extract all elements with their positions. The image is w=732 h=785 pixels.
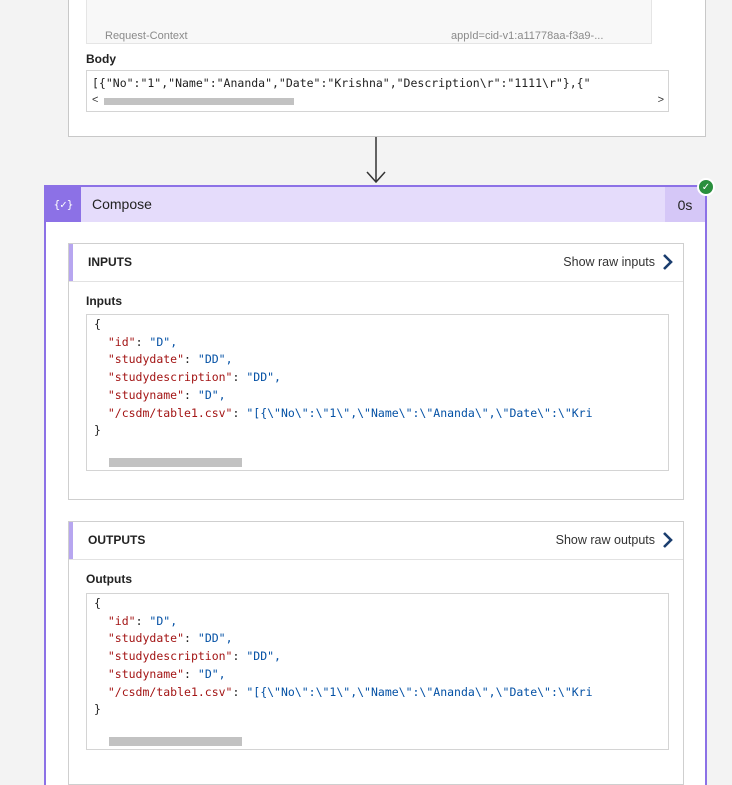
inputs-section-title: INPUTS: [88, 255, 133, 269]
success-check-icon: ✓: [697, 178, 715, 196]
headers-table: Request-Context appId=cid-v1:a11778aa-f3…: [86, 0, 652, 44]
json-key: "studydate": [107, 631, 185, 646]
json-open-brace: {: [94, 596, 101, 610]
json-key: "studydescription": [107, 649, 233, 664]
json-value: "D",: [197, 387, 226, 402]
inputs-code-box: { "id": "D", "studydate": "DD", "studyde…: [86, 314, 669, 471]
chevron-right-icon[interactable]: [660, 528, 676, 552]
json-key: "studyname": [107, 666, 185, 681]
show-raw-inputs-link[interactable]: Show raw inputs: [563, 255, 655, 269]
inputs-scrollbar-thumb[interactable]: [109, 458, 242, 467]
compose-action-icon: {✓}: [46, 187, 81, 222]
outputs-section-header: OUTPUTS Show raw outputs: [69, 522, 683, 560]
outputs-label: Outputs: [86, 572, 132, 586]
inputs-label: Inputs: [86, 294, 122, 308]
header-key: Request-Context: [105, 30, 188, 42]
inputs-json: { "id": "D", "studydate": "DD", "studyde…: [94, 317, 593, 438]
json-key: "studydate": [107, 352, 185, 367]
json-value: "D",: [197, 666, 226, 681]
header-value: appId=cid-v1:a11778aa-f3a9-...: [451, 30, 604, 42]
section-accent-bar: [69, 522, 73, 559]
inputs-section: INPUTS Show raw inputs Inputs { "id": "D…: [68, 243, 684, 500]
json-value: "[{\"No\":\"1\",\"Name\":\"Ananda\",\"Da…: [246, 405, 593, 420]
body-label: Body: [86, 52, 116, 66]
json-close-brace: }: [94, 702, 101, 717]
json-value: "D",: [149, 613, 178, 628]
scroll-left-icon[interactable]: <: [92, 94, 98, 106]
json-key: "id": [107, 334, 136, 349]
json-key: "/csdm/table1.csv": [107, 684, 233, 699]
json-close-brace: }: [94, 423, 101, 438]
json-value: "[{\"No\":\"1\",\"Name\":\"Ananda\",\"Da…: [246, 684, 593, 699]
scroll-right-icon[interactable]: >: [658, 94, 664, 106]
outputs-code-box: { "id": "D", "studydate": "DD", "studyde…: [86, 593, 669, 750]
outputs-section: OUTPUTS Show raw outputs Outputs { "id":…: [68, 521, 684, 785]
compose-title: Compose: [92, 196, 152, 212]
json-value: "D",: [149, 334, 178, 349]
compose-header[interactable]: {✓} Compose 0s: [46, 187, 705, 222]
json-key: "/csdm/table1.csv": [107, 405, 233, 420]
body-output-box: [{"No":"1","Name":"Ananda","Date":"Krish…: [86, 70, 669, 112]
section-accent-bar: [69, 244, 73, 281]
json-open-brace: {: [94, 317, 101, 331]
outputs-section-title: OUTPUTS: [88, 533, 146, 547]
flow-connector-arrow-icon: [366, 137, 386, 184]
json-value: "DD",: [197, 352, 233, 367]
json-key: "studydescription": [107, 370, 233, 385]
compose-action-card: {✓} Compose 0s INPUTS Show raw inputs In…: [44, 185, 707, 785]
header-row: Request-Context appId=cid-v1:a11778aa-f3…: [87, 30, 651, 44]
json-key: "id": [107, 613, 136, 628]
json-key: "studyname": [107, 387, 185, 402]
outputs-json: { "id": "D", "studydate": "DD", "studyde…: [94, 596, 593, 717]
json-value: "DD",: [246, 649, 281, 664]
chevron-right-icon[interactable]: [660, 250, 676, 274]
outputs-scrollbar-thumb[interactable]: [109, 737, 242, 746]
http-step-card: Request-Context appId=cid-v1:a11778aa-f3…: [68, 0, 706, 137]
body-text: [{"No":"1","Name":"Ananda","Date":"Krish…: [92, 76, 591, 90]
json-value: "DD",: [246, 370, 281, 385]
inputs-section-header: INPUTS Show raw inputs: [69, 244, 683, 282]
body-horizontal-scrollbar[interactable]: < >: [92, 94, 664, 106]
show-raw-outputs-link[interactable]: Show raw outputs: [556, 533, 655, 547]
scrollbar-thumb[interactable]: [104, 98, 294, 105]
json-value: "DD",: [197, 631, 233, 646]
